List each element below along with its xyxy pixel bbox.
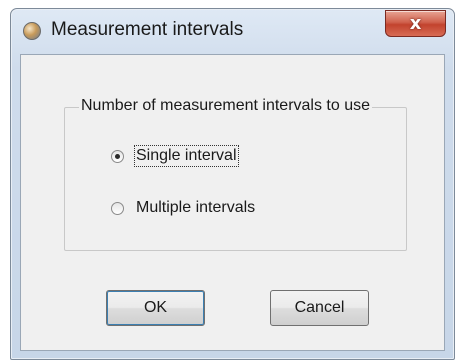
single-interval-label[interactable]: Single interval — [134, 145, 239, 167]
dialog-client-area: Number of measurement intervals to use S… — [20, 54, 445, 351]
multiple-intervals-label[interactable]: Multiple intervals — [136, 199, 255, 217]
multiple-intervals-option[interactable]: Multiple intervals — [111, 199, 255, 217]
cancel-button[interactable]: Cancel — [270, 290, 369, 326]
title-bar[interactable]: Measurement intervals x — [11, 9, 454, 53]
close-icon: x — [409, 13, 422, 34]
dialog-window: Measurement intervals x Number of measur… — [10, 8, 455, 360]
multiple-intervals-radio[interactable] — [111, 201, 124, 215]
close-button[interactable]: x — [385, 10, 446, 37]
window-title: Measurement intervals — [51, 19, 244, 40]
single-interval-radio[interactable] — [111, 149, 124, 163]
single-interval-option[interactable]: Single interval — [111, 145, 239, 167]
ok-button[interactable]: OK — [106, 290, 205, 326]
intervals-group-box — [64, 107, 407, 251]
app-globe-icon — [23, 22, 41, 40]
group-legend: Number of measurement intervals to use — [79, 97, 373, 115]
